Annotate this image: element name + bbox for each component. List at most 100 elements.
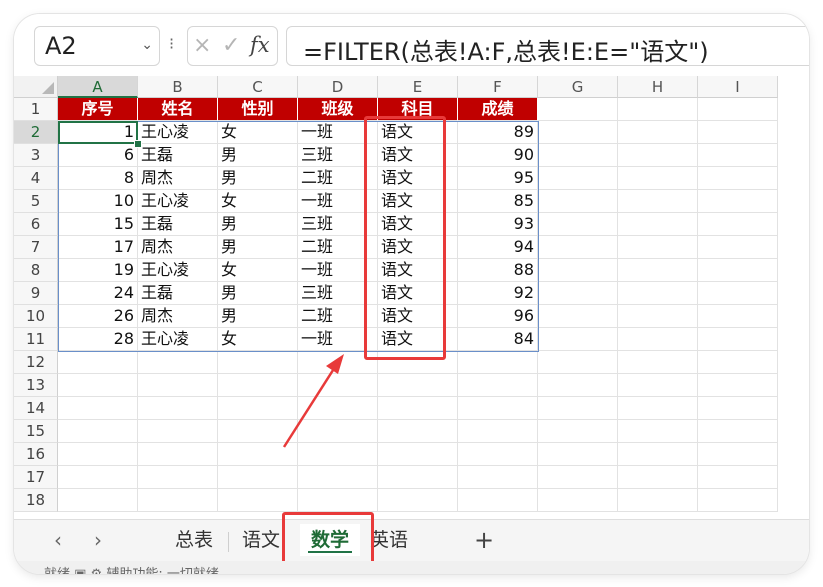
table-cell[interactable]: 语文 (378, 282, 458, 305)
cell[interactable] (138, 466, 218, 489)
cell[interactable] (698, 190, 778, 213)
cell[interactable] (618, 420, 698, 443)
cell[interactable] (378, 443, 458, 466)
cell[interactable] (458, 466, 538, 489)
table-cell[interactable]: 90 (458, 144, 538, 167)
table-cell[interactable]: 语文 (378, 190, 458, 213)
cell[interactable] (618, 305, 698, 328)
cell[interactable] (58, 466, 138, 489)
chevron-down-icon[interactable]: ⌄ (141, 37, 153, 53)
cell[interactable] (58, 420, 138, 443)
row-header[interactable]: 16 (14, 443, 58, 466)
column-header[interactable]: E (378, 76, 458, 98)
cell[interactable] (618, 397, 698, 420)
table-cell[interactable]: 17 (58, 236, 138, 259)
cell[interactable] (698, 328, 778, 351)
table-header-cell[interactable]: 姓名 (138, 98, 218, 121)
table-cell[interactable]: 95 (458, 167, 538, 190)
table-cell[interactable]: 三班 (298, 282, 378, 305)
cell[interactable] (538, 420, 618, 443)
cell[interactable] (378, 489, 458, 512)
row-header[interactable]: 13 (14, 374, 58, 397)
cell[interactable] (218, 420, 298, 443)
cell[interactable] (698, 259, 778, 282)
cell[interactable] (538, 236, 618, 259)
cell[interactable] (138, 443, 218, 466)
table-cell[interactable]: 王心凌 (138, 121, 218, 144)
cell[interactable] (538, 98, 618, 121)
table-cell[interactable]: 84 (458, 328, 538, 351)
select-all-corner[interactable] (14, 76, 58, 98)
formula-input[interactable]: =FILTER(总表!A:F,总表!E:E="语文") (286, 26, 809, 66)
cell[interactable] (618, 190, 698, 213)
table-cell[interactable]: 24 (58, 282, 138, 305)
table-cell[interactable]: 周杰 (138, 305, 218, 328)
cell[interactable] (538, 374, 618, 397)
column-header[interactable]: D (298, 76, 378, 98)
table-cell[interactable]: 王心凌 (138, 259, 218, 282)
cell[interactable] (538, 305, 618, 328)
row-header[interactable]: 18 (14, 489, 58, 512)
table-cell[interactable]: 语文 (378, 259, 458, 282)
cell[interactable] (378, 351, 458, 374)
cell[interactable] (538, 466, 618, 489)
column-header[interactable]: G (538, 76, 618, 98)
table-cell[interactable]: 二班 (298, 236, 378, 259)
table-cell[interactable]: 语文 (378, 328, 458, 351)
cell[interactable] (698, 374, 778, 397)
confirm-icon[interactable]: ✓ (222, 33, 240, 58)
table-cell[interactable]: 男 (218, 282, 298, 305)
column-header[interactable]: A (58, 76, 138, 98)
cell[interactable] (538, 167, 618, 190)
column-header[interactable]: B (138, 76, 218, 98)
cell[interactable] (458, 374, 538, 397)
table-cell[interactable]: 男 (218, 144, 298, 167)
cell[interactable] (298, 489, 378, 512)
table-cell[interactable]: 女 (218, 328, 298, 351)
cell[interactable] (458, 397, 538, 420)
cell[interactable] (618, 466, 698, 489)
cell[interactable] (698, 121, 778, 144)
cell[interactable] (298, 397, 378, 420)
cell[interactable] (218, 351, 298, 374)
column-header[interactable]: C (218, 76, 298, 98)
row-header[interactable]: 9 (14, 282, 58, 305)
cell[interactable] (538, 443, 618, 466)
table-cell[interactable]: 19 (58, 259, 138, 282)
table-cell[interactable]: 语文 (378, 121, 458, 144)
cell[interactable] (698, 397, 778, 420)
name-box[interactable]: A2 ⌄ (34, 26, 160, 66)
cell[interactable] (698, 236, 778, 259)
table-cell[interactable]: 男 (218, 305, 298, 328)
cell[interactable] (378, 397, 458, 420)
cell[interactable] (698, 144, 778, 167)
row-header[interactable]: 4 (14, 167, 58, 190)
cell[interactable] (618, 121, 698, 144)
cell[interactable] (58, 397, 138, 420)
table-cell[interactable]: 一班 (298, 259, 378, 282)
table-cell[interactable]: 96 (458, 305, 538, 328)
column-header[interactable]: H (618, 76, 698, 98)
cell[interactable] (538, 213, 618, 236)
cell[interactable] (298, 351, 378, 374)
cell[interactable] (538, 282, 618, 305)
cell[interactable] (698, 351, 778, 374)
row-header[interactable]: 3 (14, 144, 58, 167)
table-cell[interactable]: 语文 (378, 144, 458, 167)
row-header[interactable]: 8 (14, 259, 58, 282)
table-cell[interactable]: 15 (58, 213, 138, 236)
cell[interactable] (378, 466, 458, 489)
sheet-tab[interactable]: 总表 (164, 524, 224, 556)
table-cell[interactable]: 王心凌 (138, 328, 218, 351)
table-cell[interactable]: 1 (58, 121, 138, 144)
table-header-cell[interactable]: 科目 (378, 98, 458, 121)
cell[interactable] (58, 489, 138, 512)
cell[interactable] (618, 328, 698, 351)
cell[interactable] (698, 443, 778, 466)
cell[interactable] (138, 374, 218, 397)
cell[interactable] (698, 98, 778, 121)
table-cell[interactable]: 男 (218, 167, 298, 190)
row-header[interactable]: 10 (14, 305, 58, 328)
table-cell[interactable]: 28 (58, 328, 138, 351)
cell[interactable] (138, 420, 218, 443)
